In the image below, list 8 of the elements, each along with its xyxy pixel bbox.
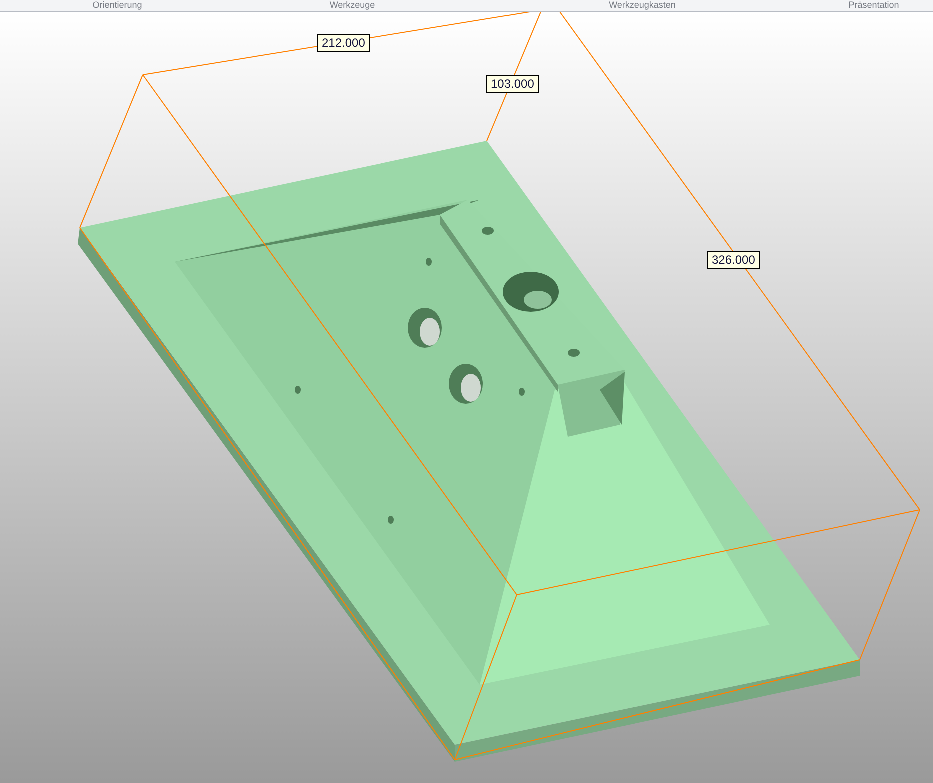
- ribbon-group-label: Werkzeuge: [328, 0, 376, 11]
- dimension-label: 212.000: [317, 34, 370, 52]
- ribbon-group-label: Werkzeugkasten: [608, 0, 677, 11]
- ribbon-group-label: Präsentation: [848, 0, 900, 11]
- ribbon-group-label: Orientierung: [92, 0, 144, 11]
- dimension-label: 326.000: [707, 251, 760, 269]
- dimension-label: 103.000: [486, 75, 540, 93]
- 3d-viewport[interactable]: 212.000 103.000 326.000: [0, 12, 933, 783]
